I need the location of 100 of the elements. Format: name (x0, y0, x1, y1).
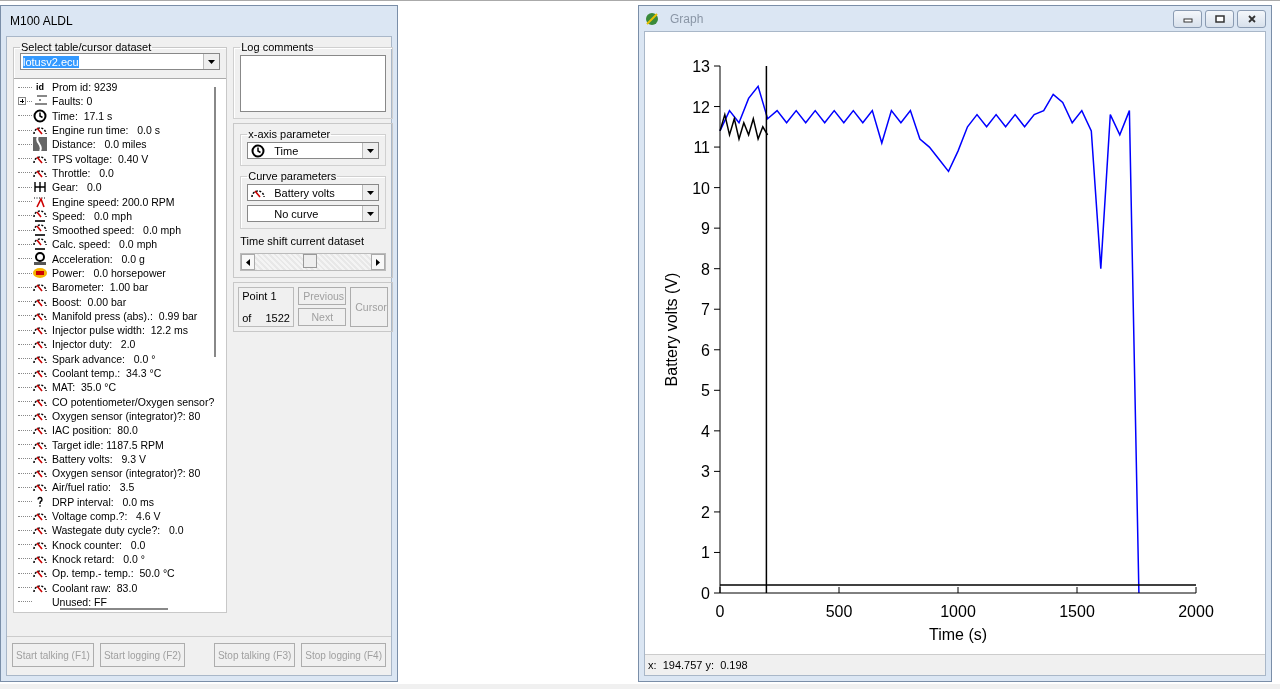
point-label: Point 1 (242, 290, 278, 302)
axis-label: Battery volts (V) (663, 272, 680, 387)
tree-item[interactable]: Prom id: 9239 (52, 81, 118, 94)
weight-icon (32, 251, 48, 266)
of-label: of (242, 312, 252, 324)
tree-item[interactable]: Calc. speed: 0.0 mph (52, 238, 158, 251)
tick-label: 0 (715, 603, 725, 620)
tree-item[interactable]: Op. temp.- temp.: 50.0 °C (52, 567, 175, 580)
tree-item[interactable]: MAT: 35.0 °C (52, 381, 117, 394)
slider-label: Time shift current dataset (240, 235, 365, 247)
tick-label: 1 (701, 544, 710, 562)
restore-button[interactable] (1205, 9, 1234, 28)
tree-item[interactable]: Time: 17.1 s (52, 109, 113, 122)
tree-item[interactable]: Distance: 0.0 miles (52, 138, 147, 151)
tree-item[interactable]: CO potentiometer/Oxygen sensor? (52, 395, 215, 408)
time-shift-slider[interactable] (240, 253, 387, 271)
tree-item[interactable]: Spark advance: 0.0 ° (52, 352, 156, 365)
tick-label: 3 (701, 463, 710, 481)
tick-label: 4 (701, 422, 710, 440)
tree-item[interactable]: Unused: FF (52, 595, 107, 608)
tree-item[interactable]: Gear: 0.0 (52, 181, 102, 194)
tick-label: 8 (701, 260, 710, 278)
gearshift-icon (32, 180, 48, 195)
curve-dropdown[interactable]: Battery volts (247, 184, 380, 201)
tree-item[interactable]: IAC position: 80.0 (52, 424, 138, 437)
speedometer-icon (32, 208, 48, 223)
curve-dropdown[interactable]: No curve (247, 205, 380, 222)
scrollbar[interactable] (60, 608, 168, 610)
tick-label: 7 (701, 301, 710, 319)
tree-item[interactable]: Smoothed speed: 0.0 mph (52, 224, 181, 237)
tree-item[interactable]: Engine run time: 0.0 s (52, 124, 160, 137)
tree-item[interactable]: Coolant temp.: 34.3 °C (52, 367, 162, 380)
tree-item[interactable]: Injector pulse width: 12.2 ms (52, 324, 188, 337)
comment-field[interactable] (240, 55, 387, 112)
tick-label: 10 (692, 179, 710, 197)
dropdown-arrow-icon (208, 59, 216, 64)
tree-item[interactable]: Power: 0.0 horsepower (52, 267, 166, 279)
tree-item[interactable]: Acceleration: 0.0 g (52, 252, 145, 265)
tick-label: 12 (692, 98, 710, 116)
group-label: Curve parameters (247, 170, 338, 182)
expand-toggle[interactable] (18, 97, 26, 106)
point-count: 1522 (265, 312, 290, 324)
speedometer-icon (32, 237, 48, 252)
tree-item[interactable]: Coolant raw: 83.0 (52, 581, 138, 594)
tick-label: 5 (701, 382, 710, 400)
id-icon: id (32, 80, 48, 95)
minimize-button[interactable] (1173, 9, 1202, 28)
tick-label: 13 (692, 58, 710, 75)
tree-item[interactable]: DRP interval: 0.0 ms (52, 495, 154, 508)
speedometer-icon (32, 223, 48, 238)
tachometer-icon (32, 194, 48, 209)
tick-label: 500 (825, 603, 853, 620)
tick-label: 0 (701, 585, 710, 602)
x-axis-dropdown[interactable]: Time (247, 142, 380, 159)
app-icon (644, 10, 660, 27)
left-arrow-icon (246, 258, 251, 266)
tree-item[interactable]: Target idle: 1187.5 RPM (52, 438, 164, 451)
dropdown-arrow-icon (367, 190, 375, 195)
tick-label: 1500 (1059, 603, 1095, 620)
axis-label: Time (s) (928, 626, 988, 643)
tree-item[interactable]: Voltage comp.?: 4.6 V (52, 510, 161, 523)
dropdown-arrow-icon (367, 211, 375, 216)
tree-item[interactable]: Knock counter: 0.0 (52, 538, 146, 551)
clock-icon (32, 108, 48, 123)
road-icon (32, 137, 48, 152)
window-title: M100 ALDL (9, 14, 73, 28)
tree-item[interactable]: Engine speed: 200.0 RPM (52, 195, 175, 208)
close-button[interactable] (1237, 9, 1266, 28)
tree-item[interactable]: Air/fuel ratio: 3.5 (52, 481, 135, 494)
tree-item[interactable]: Faults: 0 (52, 95, 93, 108)
tree-item[interactable]: Knock retard: 0.0 ° (52, 552, 145, 565)
tick-label: 1000 (940, 603, 976, 620)
slider-thumb[interactable] (302, 254, 317, 268)
clock-icon (250, 143, 267, 158)
horsepower-icon (32, 266, 48, 280)
tree-item[interactable]: Barometer: 1.00 bar (52, 281, 149, 294)
tree-item[interactable]: Battery volts: 9.3 V (52, 452, 146, 465)
window-title: Graph (669, 11, 704, 26)
close-icon (1246, 14, 1257, 23)
restore-icon (1214, 14, 1225, 23)
dropdown-arrow-icon (367, 148, 375, 153)
tree-item[interactable]: Throttle: 0.0 (52, 166, 114, 179)
group-label: Log comments (240, 41, 315, 53)
tick-label: 2000 (1178, 603, 1214, 620)
tick-label: 6 (701, 341, 710, 359)
tree-item[interactable]: TPS voltage: 0.40 V (52, 152, 149, 165)
tree-item[interactable]: Wastegate duty cycle?: 0.0 (52, 524, 184, 537)
tree-item[interactable]: Oxygen sensor (integrator)?: 80 (52, 409, 201, 422)
status-text: x: 194.757 y: 0.198 (645, 654, 1265, 675)
right-arrow-icon (376, 258, 381, 266)
tick-label: 2 (701, 503, 710, 521)
tree-item[interactable]: Oxygen sensor (integrator)?: 80 (52, 467, 201, 480)
tree-item[interactable]: Boost: 0.00 bar (52, 295, 127, 308)
tree-item[interactable]: Injector duty: 2.0 (52, 338, 136, 351)
group-label: Select table/cursor dataset (20, 41, 153, 53)
tree-item[interactable]: Speed: 0.0 mph (52, 209, 132, 222)
tick-label: 9 (701, 220, 710, 238)
tick-label: 11 (693, 139, 710, 157)
group-label: x-axis parameter (247, 128, 332, 140)
tree-item[interactable]: Manifold press (abs).: 0.99 bar (52, 309, 198, 322)
